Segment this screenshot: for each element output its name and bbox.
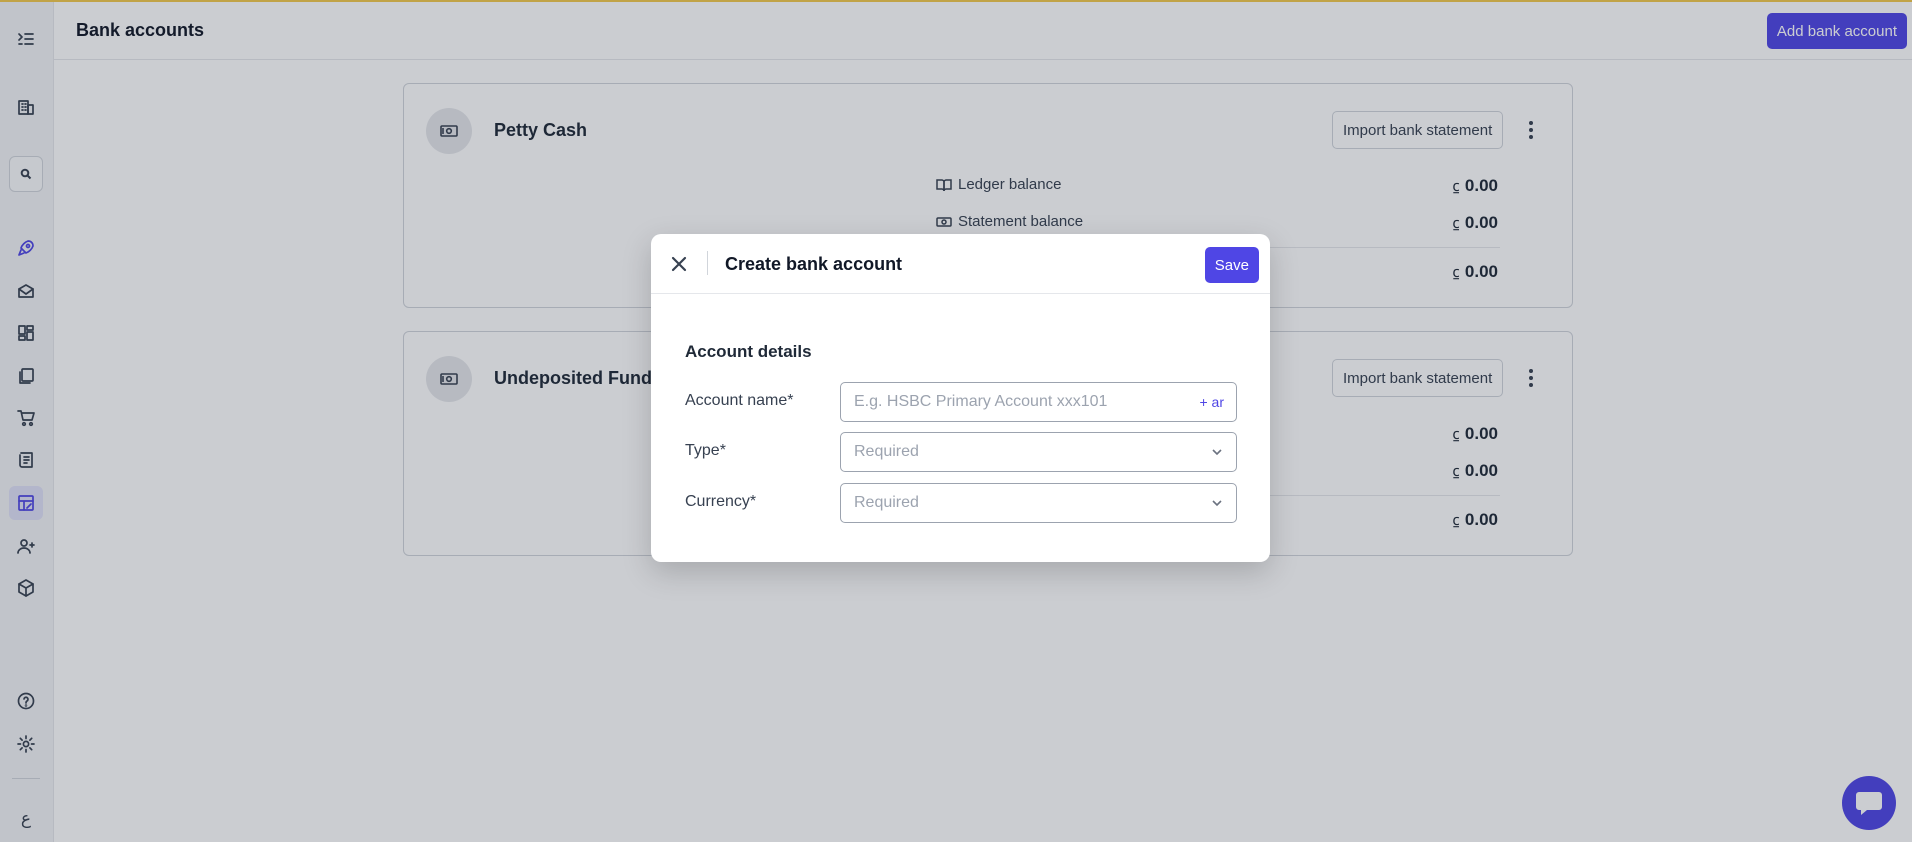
create-bank-account-dialog: Create bank account Save Account details… <box>651 234 1270 562</box>
type-placeholder: Required <box>854 443 919 460</box>
header-separator <box>707 251 708 275</box>
close-icon[interactable] <box>667 252 691 276</box>
currency-placeholder: Required <box>854 494 919 511</box>
account-name-label: Account name* <box>685 392 794 409</box>
chevron-down-icon <box>1212 449 1222 456</box>
account-name-input[interactable]: E.g. HSBC Primary Account xxx101 + ar <box>840 382 1237 422</box>
currency-select[interactable]: Required <box>840 483 1237 523</box>
type-label: Type* <box>685 442 726 459</box>
save-button[interactable]: Save <box>1204 247 1259 283</box>
chevron-down-icon <box>1212 500 1222 507</box>
section-title: Account details <box>685 342 812 361</box>
account-name-placeholder: E.g. HSBC Primary Account xxx101 <box>854 393 1108 410</box>
currency-label: Currency* <box>685 493 757 510</box>
dialog-title: Create bank account <box>725 254 903 274</box>
dialog-header: Create bank account Save <box>651 234 1270 294</box>
type-select[interactable]: Required <box>840 432 1237 472</box>
add-translation-button[interactable]: + ar <box>1199 394 1224 410</box>
